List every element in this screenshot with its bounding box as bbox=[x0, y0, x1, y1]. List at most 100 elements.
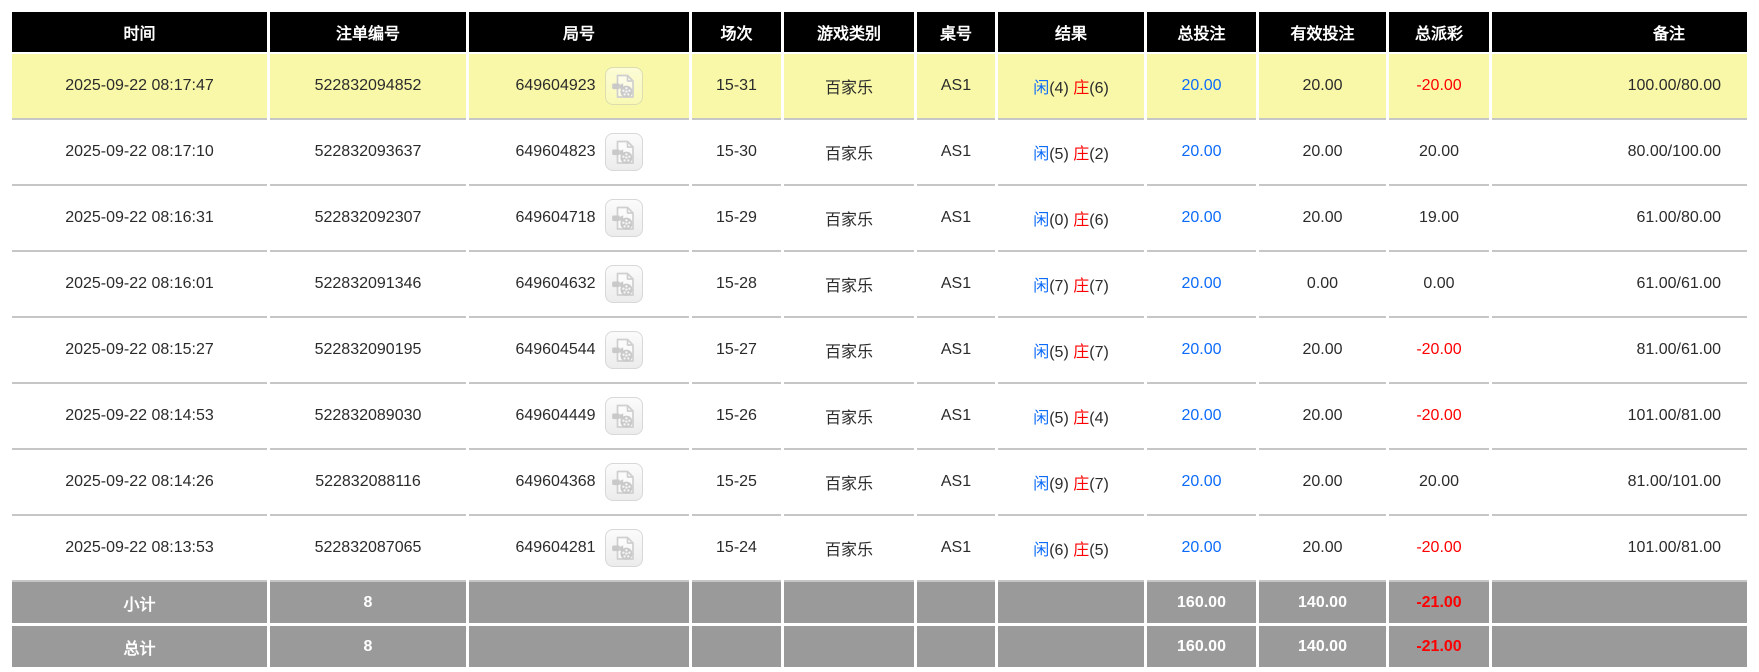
total-session bbox=[692, 626, 781, 670]
cell-payout: -20.00 bbox=[1389, 318, 1489, 384]
column-header-round: 局号 bbox=[469, 12, 689, 54]
result-segment: 庄 bbox=[1073, 344, 1090, 361]
video-replay-button[interactable] bbox=[604, 529, 643, 567]
cell-valid_bet: 20.00 bbox=[1259, 450, 1386, 516]
cell-bet_id: 522832090195 bbox=[270, 318, 466, 384]
round-cell-content: 649604449 bbox=[469, 397, 689, 435]
cell-session: 15-26 bbox=[692, 384, 781, 450]
subtotal-total_bet: 160.00 bbox=[1147, 582, 1256, 626]
total-remark bbox=[1492, 626, 1747, 670]
result-segment: (5) bbox=[1049, 146, 1074, 163]
result-segment: 闲 bbox=[1033, 80, 1050, 97]
subtotal-game_type bbox=[784, 582, 914, 626]
table-header: 时间 注单编号 局号 场次 游戏类别 桌号 结果 总投注 有效投注 总派彩 备注 bbox=[12, 12, 1747, 54]
cell-valid_bet: 20.00 bbox=[1259, 54, 1386, 120]
cell-round: 649604632 bbox=[469, 252, 689, 318]
cell-remark: 101.00/81.00 bbox=[1492, 384, 1747, 450]
cell-session: 15-31 bbox=[692, 54, 781, 120]
result-segment: 庄 bbox=[1073, 476, 1090, 493]
cell-total_bet: 20.00 bbox=[1147, 120, 1256, 186]
video-replay-button[interactable] bbox=[604, 331, 643, 369]
video-replay-icon bbox=[612, 536, 634, 560]
result-segment: (6) bbox=[1089, 212, 1109, 229]
video-replay-icon bbox=[612, 470, 634, 494]
cell-total_bet: 20.00 bbox=[1147, 252, 1256, 318]
round-number: 649604632 bbox=[515, 275, 596, 292]
cell-payout: -20.00 bbox=[1389, 54, 1489, 120]
cell-total_bet: 20.00 bbox=[1147, 450, 1256, 516]
cell-session: 15-28 bbox=[692, 252, 781, 318]
cell-table_no: AS1 bbox=[917, 318, 995, 384]
video-replay-button[interactable] bbox=[604, 397, 643, 435]
cell-payout: 20.00 bbox=[1389, 450, 1489, 516]
round-cell-content: 649604632 bbox=[469, 265, 689, 303]
cell-total_bet: 20.00 bbox=[1147, 186, 1256, 252]
result-segment: (6) bbox=[1089, 80, 1109, 97]
cell-valid_bet: 20.00 bbox=[1259, 384, 1386, 450]
cell-session: 15-30 bbox=[692, 120, 781, 186]
result-segment: (7) bbox=[1089, 344, 1109, 361]
result-segment: 闲 bbox=[1033, 212, 1050, 229]
cell-time: 2025-09-22 08:17:10 bbox=[12, 120, 267, 186]
cell-time: 2025-09-22 08:15:27 bbox=[12, 318, 267, 384]
table-row: 2025-09-22 08:15:27 522832090195 649604544… bbox=[12, 318, 1747, 384]
subtotal-payout: -21.00 bbox=[1389, 582, 1489, 626]
cell-result: 闲(5) 庄(4) bbox=[998, 384, 1144, 450]
cell-round: 649604823 bbox=[469, 120, 689, 186]
cell-valid_bet: 20.00 bbox=[1259, 516, 1386, 582]
result-segment: 庄 bbox=[1073, 80, 1090, 97]
video-replay-button[interactable] bbox=[604, 133, 643, 171]
cell-round: 649604281 bbox=[469, 516, 689, 582]
cell-game_type: 百家乐 bbox=[784, 54, 914, 120]
cell-bet_id: 522832087065 bbox=[270, 516, 466, 582]
video-replay-button[interactable] bbox=[604, 265, 643, 303]
video-replay-button[interactable] bbox=[604, 67, 643, 105]
cell-result: 闲(9) 庄(7) bbox=[998, 450, 1144, 516]
subtotal-row: 小计 8 160.00 140.00 -21.00 bbox=[12, 582, 1747, 626]
round-cell-content: 649604823 bbox=[469, 133, 689, 171]
cell-time: 2025-09-22 08:17:47 bbox=[12, 54, 267, 120]
total-payout: -21.00 bbox=[1389, 626, 1489, 670]
result-segment: (7) bbox=[1089, 476, 1109, 493]
table-row: 2025-09-22 08:16:01 522832091346 649604632… bbox=[12, 252, 1747, 318]
subtotal-round bbox=[469, 582, 689, 626]
column-header-bet_id: 注单编号 bbox=[270, 12, 466, 54]
cell-total_bet: 20.00 bbox=[1147, 54, 1256, 120]
cell-remark: 61.00/61.00 bbox=[1492, 252, 1747, 318]
round-number: 649604544 bbox=[515, 341, 596, 358]
cell-total_bet: 20.00 bbox=[1147, 516, 1256, 582]
result-segment: (9) bbox=[1049, 476, 1074, 493]
cell-game_type: 百家乐 bbox=[784, 252, 914, 318]
column-header-game_type: 游戏类别 bbox=[784, 12, 914, 54]
column-header-remark: 备注 bbox=[1492, 12, 1747, 54]
cell-time: 2025-09-22 08:16:31 bbox=[12, 186, 267, 252]
result-segment: 闲 bbox=[1033, 344, 1050, 361]
bet-records-page: 时间 注单编号 局号 场次 游戏类别 桌号 结果 总投注 有效投注 总派彩 备注 2025-09-2… bbox=[0, 0, 1759, 670]
result-segment: (0) bbox=[1049, 212, 1074, 229]
round-number: 649604823 bbox=[515, 143, 596, 160]
table-row: 2025-09-22 08:13:53 522832087065 649604281… bbox=[12, 516, 1747, 582]
table-row: 2025-09-22 08:14:26 522832088116 649604368… bbox=[12, 450, 1747, 516]
cell-round: 649604718 bbox=[469, 186, 689, 252]
video-replay-button[interactable] bbox=[604, 199, 643, 237]
column-header-payout: 总派彩 bbox=[1389, 12, 1489, 54]
cell-table_no: AS1 bbox=[917, 516, 995, 582]
table-body: 2025-09-22 08:17:47 522832094852 649604923… bbox=[12, 54, 1747, 582]
result-segment: 闲 bbox=[1033, 410, 1050, 427]
video-replay-icon bbox=[612, 404, 634, 428]
subtotal-session bbox=[692, 582, 781, 626]
cell-table_no: AS1 bbox=[917, 252, 995, 318]
cell-game_type: 百家乐 bbox=[784, 120, 914, 186]
result-segment: 庄 bbox=[1073, 542, 1090, 559]
column-header-time: 时间 bbox=[12, 12, 267, 54]
subtotal-table_no bbox=[917, 582, 995, 626]
result-segment: (2) bbox=[1089, 146, 1109, 163]
cell-remark: 80.00/100.00 bbox=[1492, 120, 1747, 186]
video-replay-button[interactable] bbox=[604, 463, 643, 501]
cell-payout: -20.00 bbox=[1389, 516, 1489, 582]
column-header-session: 场次 bbox=[692, 12, 781, 54]
video-replay-icon bbox=[612, 272, 634, 296]
result-segment: (7) bbox=[1049, 278, 1074, 295]
cell-bet_id: 522832093637 bbox=[270, 120, 466, 186]
cell-remark: 81.00/101.00 bbox=[1492, 450, 1747, 516]
